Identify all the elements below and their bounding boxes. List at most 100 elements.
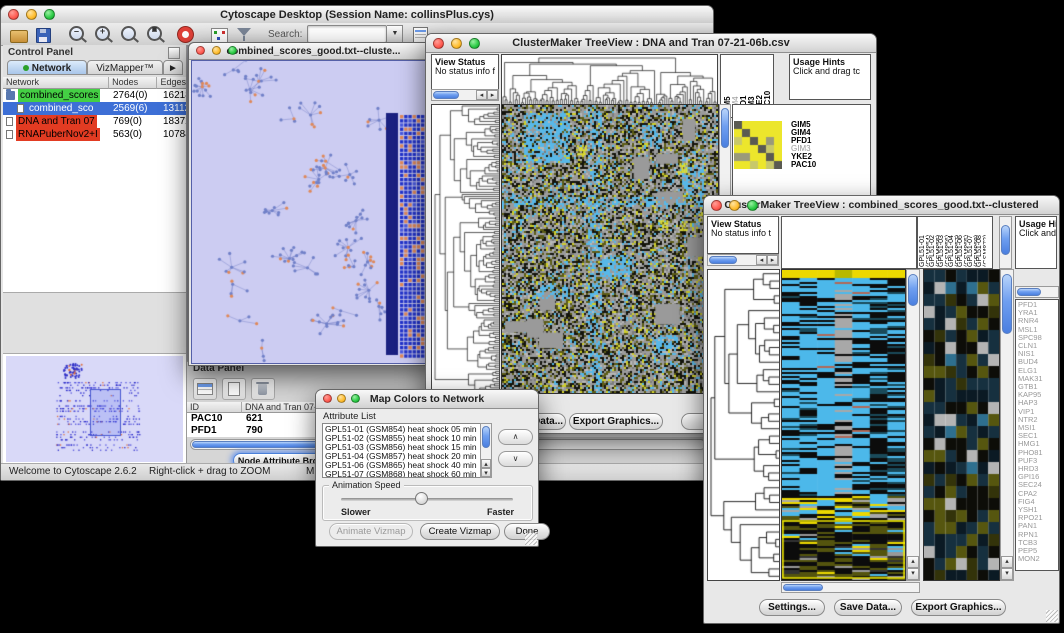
tv2-status-hscrollbar[interactable]: ◂ ▸ — [707, 254, 779, 266]
tv1-heatmap[interactable] — [501, 104, 719, 394]
help-lifering-icon[interactable] — [178, 26, 197, 43]
tv2-gene-label[interactable]: TCB3 — [1018, 539, 1058, 547]
tv2-gene-label[interactable]: ELG1 — [1018, 367, 1058, 375]
tv2-gene-label[interactable]: YRA1 — [1018, 309, 1058, 317]
tv2-gene-label[interactable]: MAK31 — [1018, 375, 1058, 383]
close-button[interactable] — [196, 46, 205, 55]
zoom-window-button[interactable] — [469, 38, 480, 49]
minimize-button[interactable] — [212, 46, 221, 55]
tv2-gene-label[interactable]: PEP5 — [1018, 547, 1058, 555]
tv2-column-label[interactable]: GPL51-03 (GSM856) — [938, 218, 948, 267]
treeview1-titlebar[interactable]: ClusterMaker TreeView : DNA and Tran 07-… — [426, 34, 876, 53]
tv2-gene-label[interactable]: YSH1 — [1018, 506, 1058, 514]
network-canvas[interactable] — [191, 60, 436, 364]
close-button[interactable] — [711, 200, 722, 211]
network-tree-row[interactable]: RNAPuberNov2+I 563(0) 107847(0) — [3, 128, 186, 141]
tv2-zoom-heatmap[interactable] — [923, 269, 1000, 581]
col-header-nodes[interactable]: Nodes — [109, 77, 157, 89]
tv2-gene-label[interactable]: FIG4 — [1018, 498, 1058, 506]
tv1-gene-label[interactable]: YKE2 — [791, 153, 841, 161]
tv2-gene-label[interactable]: KAP95 — [1018, 391, 1058, 399]
minimize-button[interactable] — [451, 38, 462, 49]
move-up-button[interactable]: ∧ — [498, 429, 533, 445]
resize-grip[interactable] — [525, 533, 537, 545]
tv2-heatmap-vscrollbar[interactable]: ▴ ▾ — [906, 269, 920, 581]
zoom-window-button[interactable] — [747, 200, 758, 211]
zoom-out-icon[interactable]: – — [69, 26, 88, 43]
save-icon[interactable] — [36, 26, 55, 43]
minimize-button[interactable] — [337, 394, 346, 403]
tv1-status-hscrollbar[interactable]: ◂ ▸ — [431, 89, 499, 101]
tv2-bottom-hscrollbar[interactable] — [781, 582, 920, 593]
tv1-gene-label[interactable]: GIM4 — [791, 129, 841, 137]
new-attribute-icon[interactable] — [222, 378, 246, 400]
tv2-gene-label[interactable]: PAN1 — [1018, 522, 1058, 530]
tv2-gene-label[interactable]: VIP1 — [1018, 408, 1058, 416]
tv2-genes-hscrollbar[interactable] — [1015, 286, 1059, 298]
tv2-gene-label[interactable]: NIS1 — [1018, 350, 1058, 358]
tv1-gene-label[interactable]: GIM3 — [791, 145, 841, 153]
resize-grip[interactable] — [1046, 610, 1058, 622]
tv2-gene-label[interactable]: HAP3 — [1018, 399, 1058, 407]
minimize-button[interactable] — [729, 200, 740, 211]
tv2-gene-label[interactable]: HMG1 — [1018, 440, 1058, 448]
tv2-gene-label[interactable]: GTB1 — [1018, 383, 1058, 391]
close-button[interactable] — [323, 394, 332, 403]
tv2-column-label[interactable]: GPL51-06 (GSM865) — [957, 218, 967, 267]
attribute-list-item[interactable]: GPL51-07 (GSM868) heat shock 60 min — [323, 470, 491, 478]
tab-overflow-arrow[interactable]: ► — [163, 60, 183, 75]
tv2-export-graphics-button[interactable]: Export Graphics... — [911, 599, 1006, 616]
network-view-icon[interactable] — [211, 26, 230, 43]
main-titlebar[interactable]: Cytoscape Desktop (Session Name: collins… — [1, 6, 713, 24]
tv2-column-label[interactable]: GPL51-04 (GSM857) — [948, 218, 958, 267]
tv2-column-label[interactable]: GPL51-08 (GSM872) — [976, 218, 986, 267]
zoom-window-button[interactable] — [351, 394, 360, 403]
minimize-button[interactable] — [26, 9, 37, 20]
speed-slider-thumb[interactable] — [415, 492, 428, 505]
tv1-export-graphics-button[interactable]: Export Graphics... — [569, 413, 663, 430]
tv1-row-dendrogram[interactable] — [431, 104, 500, 394]
network-tree-row[interactable]: combined_sco 2569(6) 13112(15) — [3, 102, 186, 115]
tv2-gene-label[interactable]: HRD3 — [1018, 465, 1058, 473]
tv2-gene-label[interactable]: BUD4 — [1018, 358, 1058, 366]
tv2-gene-label[interactable]: RPO21 — [1018, 514, 1058, 522]
tv2-gene-label[interactable]: SEC24 — [1018, 481, 1058, 489]
tv2-column-label[interactable]: GPL51-02 (GSM855) — [929, 218, 939, 267]
tv2-gene-label[interactable]: MON2 — [1018, 555, 1058, 563]
tv2-gene-label[interactable]: MSL1 — [1018, 326, 1058, 334]
attribute-select-icon[interactable] — [193, 378, 217, 400]
tv2-gene-label[interactable]: PHO81 — [1018, 449, 1058, 457]
tv2-gene-label[interactable]: NTR2 — [1018, 416, 1058, 424]
delete-attribute-trash-icon[interactable] — [251, 378, 275, 400]
tv2-gene-label[interactable]: SEC1 — [1018, 432, 1058, 440]
tv2-gene-label[interactable]: MSI1 — [1018, 424, 1058, 432]
tv2-gene-label[interactable]: RPN1 — [1018, 531, 1058, 539]
tv1-gene-label[interactable]: GIM5 — [791, 121, 841, 129]
search-input[interactable] — [307, 25, 387, 43]
attribute-listbox[interactable]: GPL51-01 (GSM854) heat shock 05 minGPL51… — [322, 423, 492, 478]
col-header-network[interactable]: Network — [3, 77, 109, 89]
create-vizmap-button[interactable]: Create Vizmap — [420, 523, 500, 540]
tv1-zoom-heatmap[interactable] — [734, 121, 782, 169]
animate-vizmap-button[interactable]: Animate Vizmap — [329, 523, 413, 540]
tv2-labels-vscrollbar[interactable] — [999, 216, 1012, 269]
network-tree-row[interactable]: DNA and Tran 07 769(0) 183728(0) — [3, 115, 186, 128]
zoom-in-icon[interactable]: + — [95, 26, 114, 43]
birdseye-view[interactable] — [6, 356, 183, 462]
zoom-window-button[interactable] — [44, 9, 55, 20]
tv2-column-label[interactable]: GPL51-07 (GSM868) — [967, 218, 977, 267]
dialog-titlebar[interactable]: Map Colors to Network — [316, 390, 538, 409]
data-col-id[interactable]: ID — [187, 402, 242, 413]
zoom-window-button[interactable] — [228, 46, 237, 55]
tv2-gene-label[interactable]: CLN1 — [1018, 342, 1058, 350]
float-panel-icon[interactable] — [168, 47, 180, 59]
search-dropdown-icon[interactable]: ▼ — [387, 25, 403, 43]
tv2-zoom-vscrollbar[interactable]: ▴ ▾ — [1000, 269, 1014, 581]
tv2-heatmap[interactable] — [781, 269, 906, 581]
tv2-gene-label[interactable]: PUF3 — [1018, 457, 1058, 465]
col-header-edges[interactable]: Edges — [157, 77, 186, 89]
tv1-column-dendrogram[interactable] — [501, 54, 718, 105]
tv2-gene-label[interactable]: SPC98 — [1018, 334, 1058, 342]
tv2-settings-button[interactable]: Settings... — [759, 599, 825, 616]
move-down-button[interactable]: ∨ — [498, 451, 533, 467]
